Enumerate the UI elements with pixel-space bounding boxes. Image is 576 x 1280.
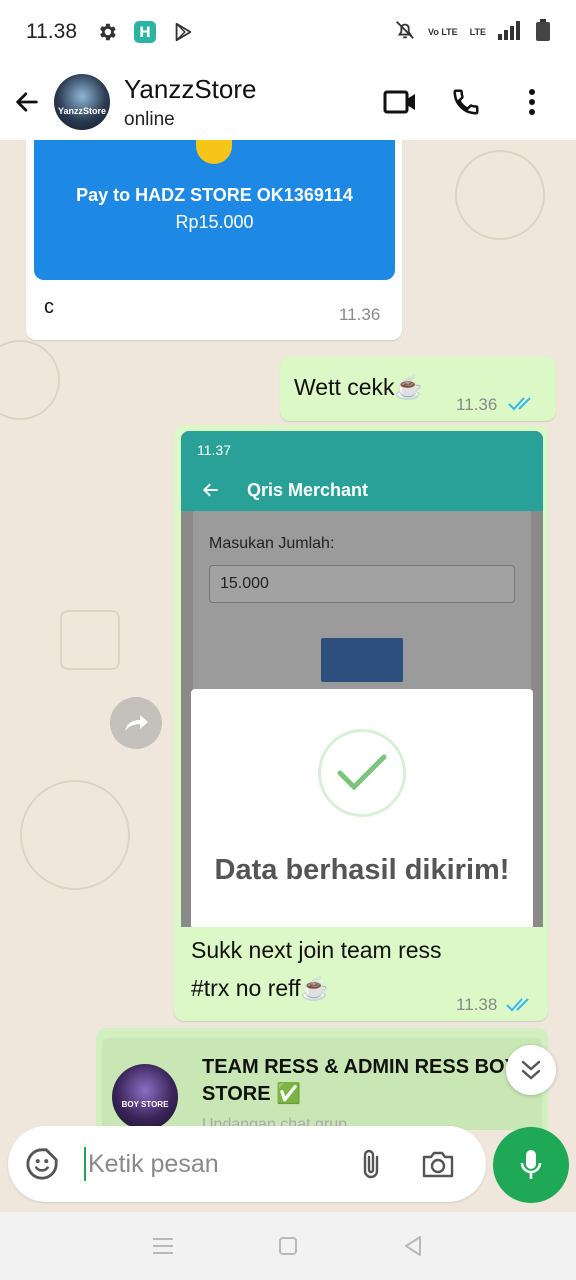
message-time: 11.38 <box>456 995 498 1014</box>
check-circle-icon <box>318 729 406 817</box>
back-button[interactable] <box>0 75 54 129</box>
payment-amount: Rp15.000 <box>175 212 254 232</box>
arrow-left-icon <box>16 92 38 112</box>
dialog-message: Data berhasil dikirim! <box>214 854 510 886</box>
image-attachment[interactable]: 11.37 Qris Merchant Masukan Jumlah: 15.0… <box>181 431 543 927</box>
message-input[interactable] <box>88 1149 348 1179</box>
settings-gear-icon <box>95 20 119 44</box>
more-options-button[interactable] <box>514 84 550 120</box>
svg-text:H: H <box>139 25 151 41</box>
message-time: 11.36 <box>456 395 498 414</box>
avatar-label: YanzzStore <box>57 106 106 116</box>
coin-icon <box>196 140 232 164</box>
shot-status-bar: 11.37 <box>181 431 543 469</box>
group-name: TEAM RESS & ADMIN RESS BOY STORE ✅ <box>202 1056 518 1105</box>
arrow-left-icon <box>202 483 218 497</box>
shot-thumbnail <box>321 638 403 682</box>
triangle-back-icon <box>405 1236 422 1256</box>
sticker-icon <box>26 1148 58 1180</box>
group-invite-card[interactable]: BOY STORE TEAM RESS & ADMIN RESS BOY STO… <box>102 1038 542 1130</box>
group-avatar-label: BOY STORE <box>121 1100 169 1109</box>
forward-button[interactable] <box>110 697 162 749</box>
home-button[interactable] <box>268 1226 308 1266</box>
microphone-icon <box>520 1150 542 1179</box>
shot-amount-field: 15.000 <box>209 565 515 603</box>
message-text: #trx no reff☕ <box>191 975 330 1001</box>
double-check-icon <box>506 998 529 1012</box>
more-vertical-icon <box>529 89 535 115</box>
shot-app-title: Qris Merchant <box>247 479 369 500</box>
voice-call-button[interactable] <box>448 84 484 120</box>
forward-arrow-icon <box>125 715 148 731</box>
battery-icon <box>536 18 550 46</box>
incoming-message-bubble[interactable]: Pay to HADZ STORE OK1369114 Rp15.000 c 1… <box>26 140 402 340</box>
contact-name: YanzzStore <box>124 73 257 104</box>
signal-icon <box>498 20 524 45</box>
shot-amount-label: Masukan Jumlah: <box>209 535 335 552</box>
square-icon <box>278 1237 297 1255</box>
camera-button[interactable] <box>418 1144 458 1184</box>
group-avatar: BOY STORE <box>112 1064 178 1130</box>
payment-card[interactable]: Pay to HADZ STORE OK1369114 Rp15.000 <box>34 140 395 280</box>
system-back-button[interactable] <box>393 1226 433 1266</box>
scroll-to-bottom-button[interactable] <box>506 1045 556 1095</box>
message-composer <box>8 1126 486 1202</box>
message-time: 11.36 <box>339 305 381 324</box>
attach-button[interactable] <box>354 1144 388 1184</box>
menu-lines-icon <box>152 1238 173 1254</box>
message-caption: c <box>44 296 54 318</box>
h-app-icon: H <box>133 20 157 44</box>
double-check-icon <box>508 397 531 411</box>
volte-label: Vo LTE <box>427 26 458 37</box>
double-chevron-down-icon <box>521 1060 541 1080</box>
payment-title: Pay to HADZ STORE OK1369114 <box>76 185 353 205</box>
status-bar: 11.38 H Vo LTE LTE <box>0 0 576 64</box>
shot-app-bar: Qris Merchant <box>181 469 543 511</box>
status-time: 11.38 <box>26 20 77 43</box>
contact-info[interactable]: YanzzStore online <box>124 74 256 131</box>
group-invite-bubble[interactable]: BOY STORE TEAM RESS & ADMIN RESS BOY STO… <box>96 1028 548 1130</box>
wallpaper-doodle <box>0 340 60 420</box>
wallpaper-doodle <box>455 150 545 240</box>
contact-avatar[interactable]: YanzzStore <box>54 74 110 130</box>
video-call-button[interactable] <box>382 84 418 120</box>
lte-label: LTE <box>469 26 486 37</box>
wallpaper-doodle <box>20 780 130 890</box>
chat-header: YanzzStore YanzzStore online <box>0 64 576 140</box>
video-camera-icon <box>383 90 415 114</box>
shot-status-time: 11.37 <box>197 442 231 458</box>
bell-off-icon <box>394 19 416 46</box>
play-store-icon <box>171 20 195 44</box>
chat-area[interactable]: Pay to HADZ STORE OK1369114 Rp15.000 c 1… <box>0 140 576 1130</box>
message-text: Wett cekk☕ <box>294 374 424 400</box>
voice-record-button[interactable] <box>493 1127 569 1203</box>
camera-icon <box>422 1151 454 1178</box>
contact-status: online <box>124 108 175 130</box>
wallpaper-doodle <box>60 610 120 670</box>
outgoing-message-bubble[interactable]: Wett cekk☕ 11.36 <box>280 357 556 421</box>
text-cursor <box>84 1147 86 1181</box>
phone-icon <box>453 89 479 115</box>
success-dialog: Data berhasil dikirim! <box>191 689 533 927</box>
sticker-button[interactable] <box>22 1144 62 1184</box>
paperclip-icon <box>363 1149 379 1179</box>
recents-button[interactable] <box>143 1226 183 1266</box>
system-nav-bar <box>0 1212 576 1280</box>
message-text: Sukk next join team ress <box>191 937 442 963</box>
